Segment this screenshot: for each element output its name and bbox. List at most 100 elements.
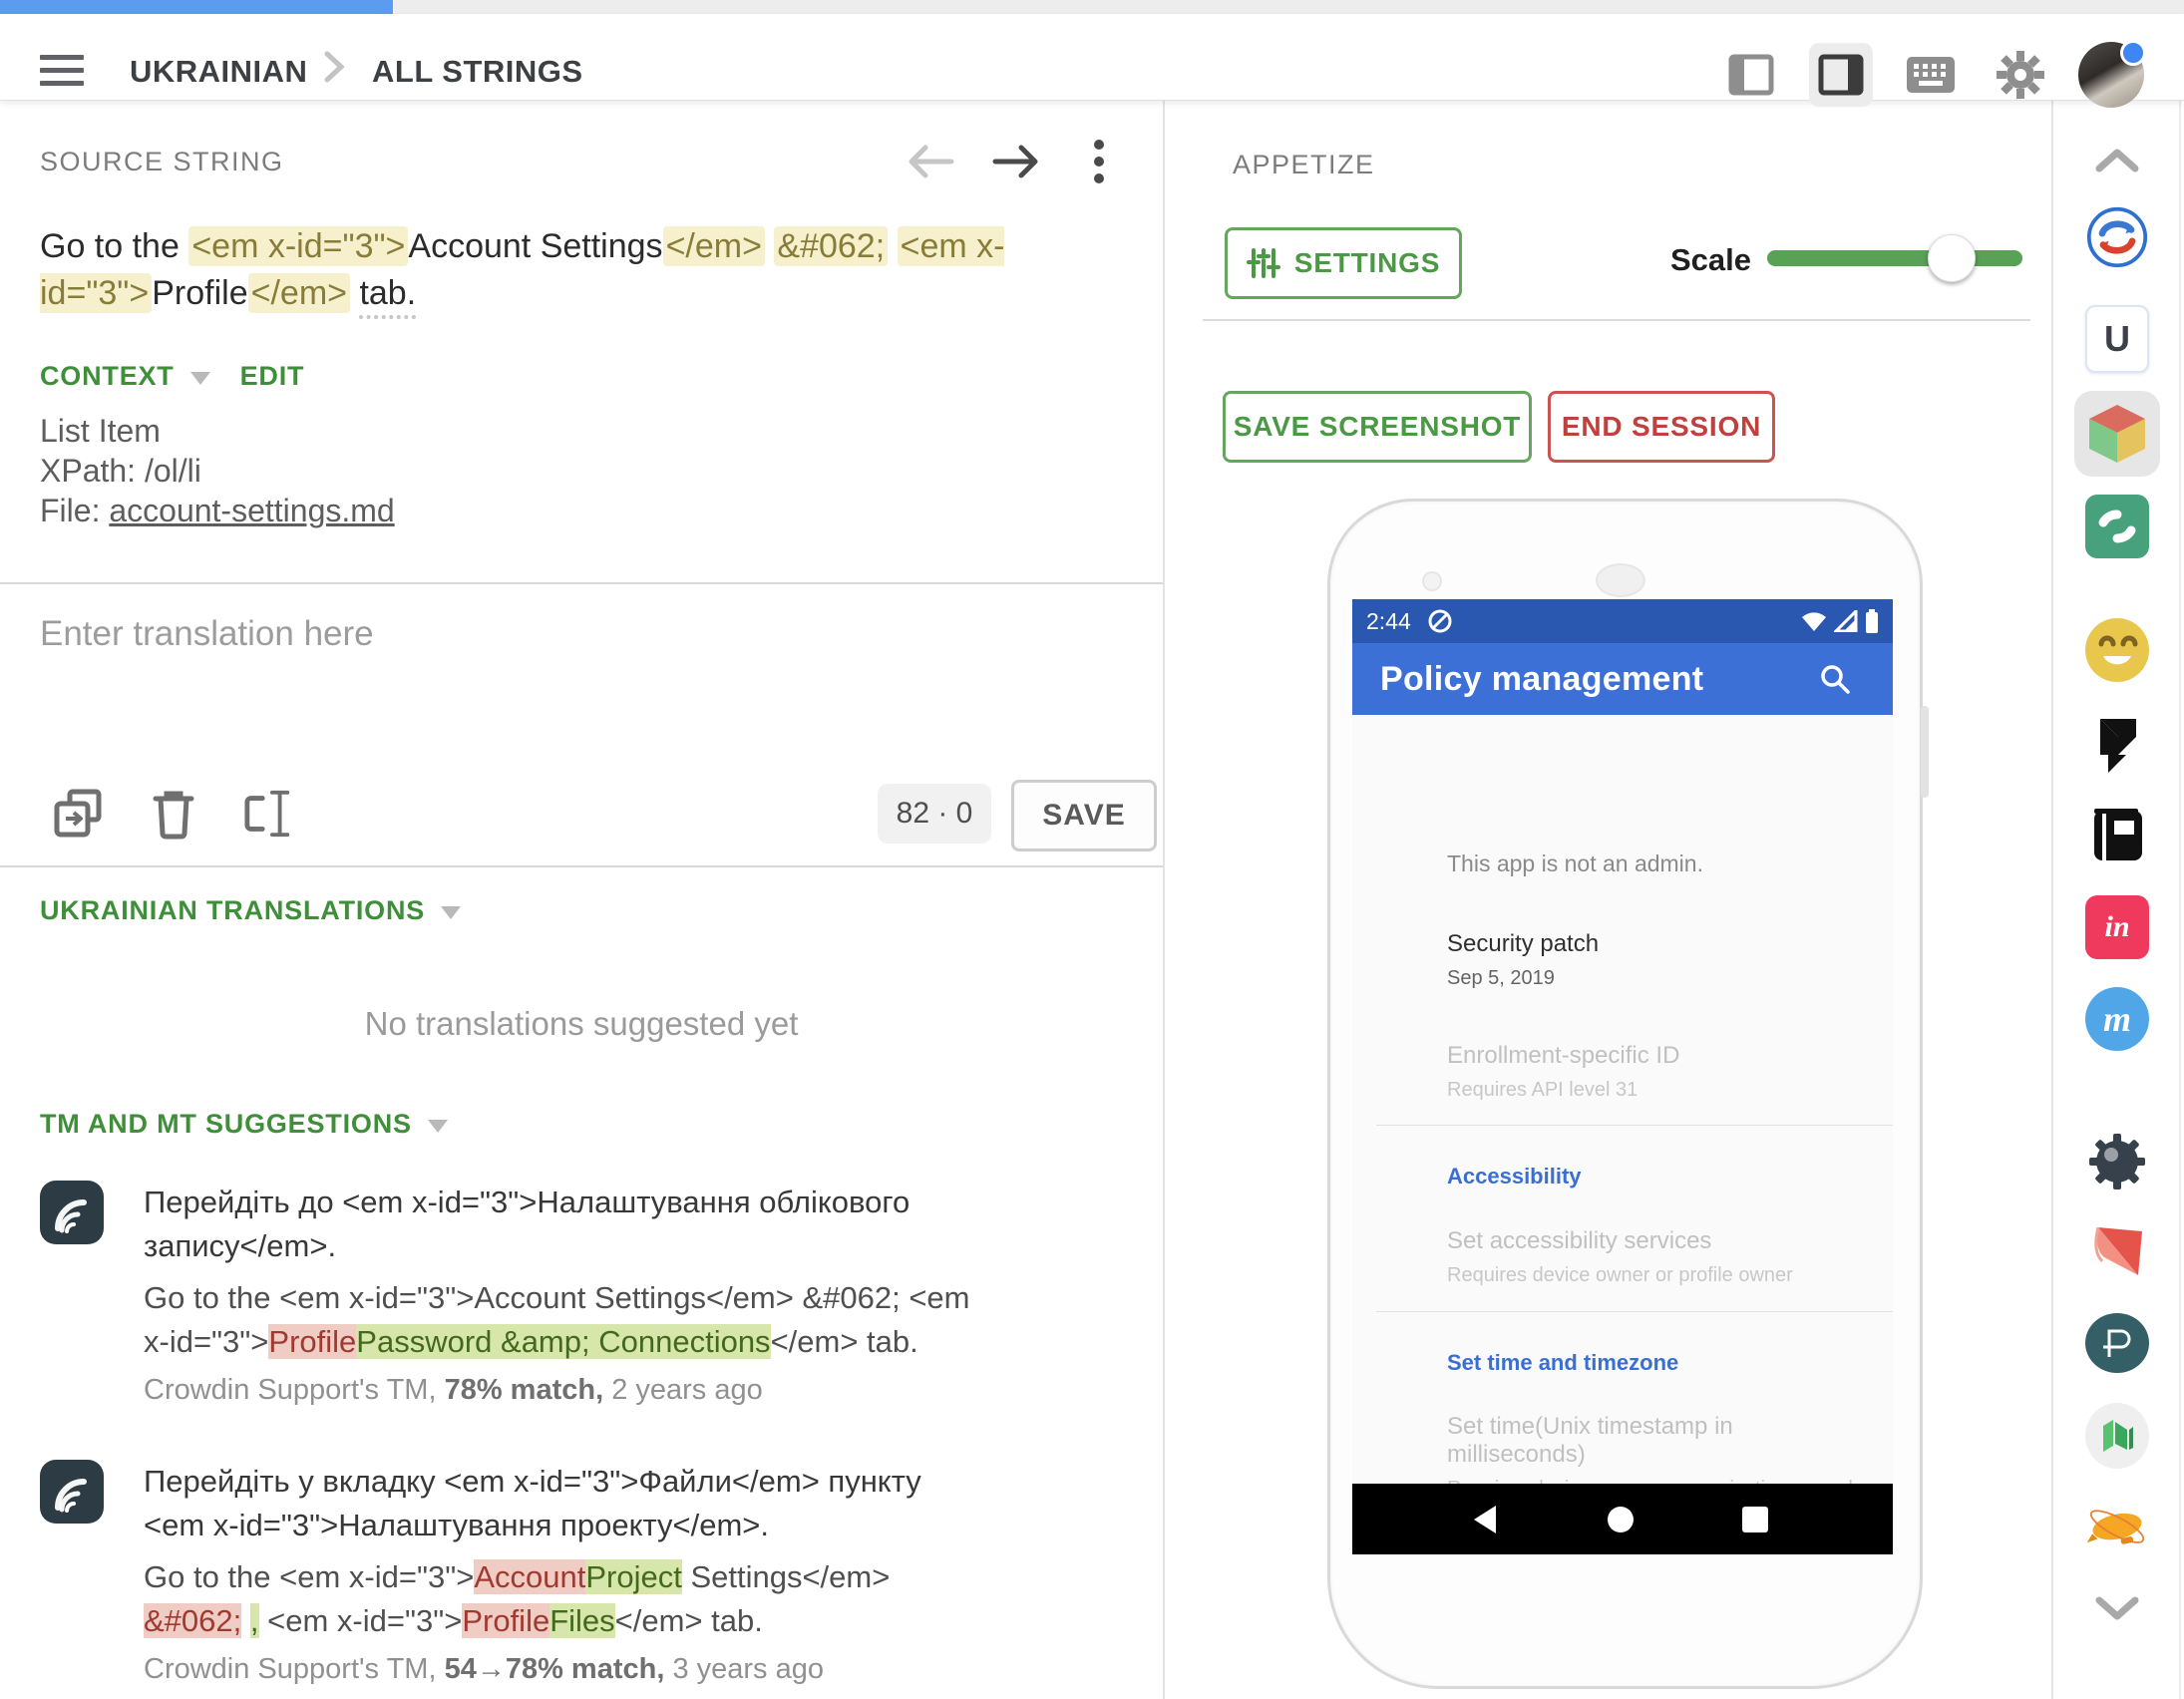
crowdin-editor-app: UKRAINIAN ALL STRINGS [0,0,2184,1699]
text-segment-plain: Profile [152,274,247,312]
text-segment-ins: Password &amp; Connections [356,1324,770,1359]
tm-section-label[interactable]: TM AND MT SUGGESTIONS [40,1109,412,1140]
breadcrumb-chevron-icon [321,50,347,92]
hamburger-menu-icon[interactable] [40,55,84,89]
appetize-settings-button[interactable]: SETTINGS [1225,227,1462,299]
list-item[interactable]: Security patch Sep 5, 2019 [1447,930,1856,992]
list-section-header: Accessibility [1447,1164,1582,1189]
suggestion-source-diff: Go to the <em x-id="3">AccountProject Se… [144,1555,981,1643]
journal-icon[interactable] [2085,804,2149,867]
copy-source-icon[interactable] [52,788,104,840]
home-icon[interactable] [1591,1484,1650,1554]
appetize-title: APPETIZE [1233,150,1375,180]
header-actions [1719,42,2144,108]
wifi-icon [1801,610,1827,632]
text-segment-del: &#062; [144,1603,241,1638]
next-string-icon[interactable] [991,138,1039,185]
medium-icon[interactable] [2085,1404,2149,1468]
text-segment-dotted: tab. [359,274,416,319]
mine-icon[interactable] [2085,1130,2149,1193]
appetize-cube-icon[interactable] [2085,402,2149,466]
clear-translation-icon[interactable] [243,788,295,840]
context-toggle[interactable]: CONTEXT [40,361,175,392]
scale-label: Scale [1647,242,1751,278]
battery-icon [1865,609,1879,633]
translations-section-label[interactable]: UKRAINIAN TRANSLATIONS [40,895,425,926]
translations-caret-icon [441,906,461,919]
keyboard-icon[interactable] [1899,43,1963,107]
app-bar-title: Policy management [1380,660,1703,699]
save-translation-button[interactable]: SAVE [1011,780,1157,851]
loop-icon[interactable] [2085,495,2149,558]
text-segment-plain: Account Settings [408,227,662,265]
text-segment-ins: , [250,1603,259,1638]
android-q-icon [1427,608,1453,634]
device-mockup: 2:44 Policy management This app is not a… [1327,499,1923,1689]
tm-suggestion-body: Перейдіть до <em x-id="3">Налаштування о… [144,1181,981,1407]
u-letter-icon[interactable]: U [2085,307,2149,371]
list-divider [1376,1311,1893,1312]
tm-source-icon [40,1181,104,1244]
divider [0,865,1163,867]
source-string-text: Go to the <em x-id="3">Account Settings<… [40,223,1155,317]
policy-list: This app is not an admin. Security patch… [1352,715,1893,1484]
suggestion-translation-text: Перейдіть у вкладку <em x-id="3">Файли</… [144,1460,981,1547]
smiley-icon[interactable] [2085,618,2149,682]
signal-icon [1834,610,1858,632]
breadcrumb-section[interactable]: ALL STRINGS [372,54,583,90]
page-load-progress-track [0,0,2184,14]
save-screenshot-button[interactable]: SAVE SCREENSHOT [1223,391,1532,463]
context-file-link[interactable]: account-settings.md [109,493,394,528]
chevron-down-icon[interactable] [2085,1577,2149,1641]
zeplin-icon[interactable] [2085,1496,2149,1559]
invision-icon[interactable]: in [2085,895,2149,959]
context-caret-icon [190,372,210,385]
scale-slider-thumb[interactable] [1928,234,1976,282]
breadcrumb-project[interactable]: UKRAINIAN [130,54,307,90]
top-header-bar: UKRAINIAN ALL STRINGS [0,14,2184,101]
list-divider [1376,1125,1893,1126]
search-icon[interactable] [1819,663,1851,695]
context-edit-button[interactable]: EDIT [240,361,305,392]
status-time: 2:44 [1366,608,1411,635]
left-panel-layout-icon[interactable] [1719,43,1783,107]
end-session-button[interactable]: END SESSION [1548,391,1775,463]
text-segment-plain: Go to the <em x-id="3"> [144,1559,474,1594]
text-segment-plain [888,227,897,265]
device-screen[interactable]: 2:44 Policy management This app is not a… [1352,599,1893,1554]
chevron-up-icon[interactable] [2085,128,2149,191]
divider [0,582,1163,584]
source-string-label: SOURCE STRING [40,147,284,177]
sync-icon[interactable] [2085,205,2149,269]
suggestion-translation-text: Перейдіть до <em x-id="3">Налаштування о… [144,1181,981,1268]
text-segment-plain [765,227,774,265]
right-panel-layout-icon[interactable] [1809,43,1873,107]
source-string-header: SOURCE STRING [40,138,1123,185]
text-segment-del: Account [474,1559,585,1594]
divider [1203,319,2030,321]
device-camera [1422,571,1442,591]
back-icon[interactable] [1454,1484,1514,1554]
android-nav-bar [1352,1484,1893,1554]
text-segment-plain: Settings</em> [682,1559,891,1594]
proto-icon[interactable] [2085,1311,2149,1375]
recents-icon[interactable] [1725,1484,1785,1554]
tm-suggestion-row[interactable]: Перейдіть до <em x-id="3">Налаштування о… [40,1181,1027,1407]
framer-icon[interactable] [2085,713,2149,777]
tm-source-icon [40,1460,104,1524]
translation-input[interactable]: Enter translation here [40,614,374,654]
avatar[interactable] [2078,42,2144,108]
list-item: Enrollment-specific ID Requires API leve… [1447,1042,1856,1104]
kebab-menu-icon[interactable] [1075,138,1123,185]
admin-notice: This app is not an admin. [1447,850,1703,877]
delete-translation-icon[interactable] [148,788,199,840]
char-counter-badge: 82 · 0 [878,784,991,844]
tm-suggestion-row[interactable]: Перейдіть у вкладку <em x-id="3">Файли</… [40,1460,1027,1686]
pennant-icon[interactable] [2085,1219,2149,1283]
marvel-icon[interactable]: m [2085,987,2149,1051]
gear-icon[interactable] [1989,43,2052,107]
previous-string-icon[interactable] [908,138,955,185]
list-section-header: Set time and timezone [1447,1350,1678,1376]
scale-slider[interactable] [1767,250,2022,266]
sliders-icon [1247,246,1280,280]
